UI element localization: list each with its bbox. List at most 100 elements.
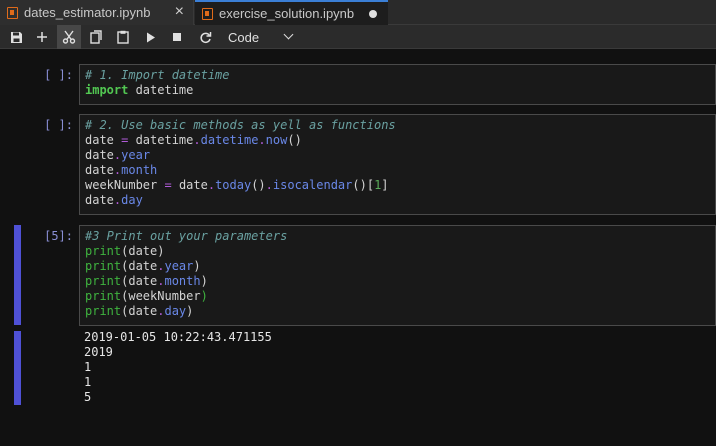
play-icon — [147, 32, 155, 42]
code-token: print — [85, 274, 122, 288]
notebook-icon — [7, 6, 18, 19]
unsaved-dot-icon[interactable] — [369, 10, 377, 18]
cell-output: 2019-01-05 10:22:43.471155 2019 1 1 5 — [84, 330, 272, 405]
stop-button[interactable] — [165, 25, 189, 49]
code-cell-input[interactable]: #3 Print out your parameters print(date) p… — [79, 225, 716, 326]
copy-icon — [89, 30, 102, 44]
code-token: year — [164, 259, 194, 273]
code-line: print(date.year) — [85, 259, 710, 274]
code-line: import datetime — [85, 83, 710, 98]
notebook-icon — [202, 7, 213, 20]
cell-prompt: [ ]: — [44, 118, 73, 132]
scissors-icon — [62, 30, 76, 44]
code-token: year — [121, 148, 151, 162]
code-token: date — [85, 148, 114, 162]
code-line: weekNumber = date.today().isocalendar()[… — [85, 178, 710, 193]
code-line: print(date) — [85, 244, 710, 259]
refresh-icon — [199, 31, 211, 43]
code-token: ) — [200, 289, 208, 303]
code-token: today — [215, 178, 252, 192]
plus-icon — [37, 32, 47, 42]
output-line: 2019 — [84, 345, 113, 359]
code-token: date — [85, 133, 122, 147]
code-token: month — [164, 274, 201, 288]
code-line: print(date.month) — [85, 274, 710, 289]
code-token: . — [193, 133, 201, 147]
code-token: print — [85, 244, 122, 258]
code-token: import — [85, 83, 129, 97]
code-token: . — [258, 133, 266, 147]
code-token: weekNumber — [85, 178, 165, 192]
code-token: ] — [381, 178, 389, 192]
cell-prompt: [5]: — [44, 229, 73, 243]
code-line: date.month — [85, 163, 710, 178]
code-token: #3 Print out your parameters — [85, 229, 288, 243]
code-token: # 2. Use basic methods as yell as functi… — [85, 118, 396, 132]
code-token: isocalendar — [272, 178, 353, 192]
code-token: print — [85, 259, 122, 273]
save-button[interactable] — [4, 25, 28, 49]
output-line: 1 — [84, 375, 92, 389]
code-token: date — [85, 193, 114, 207]
code-line: # 2. Use basic methods as yell as functi… — [85, 118, 710, 133]
code-token: date — [85, 163, 114, 177]
cut-button[interactable] — [57, 25, 81, 49]
code-token: () — [287, 133, 302, 147]
code-line: print(weekNumber) — [85, 289, 710, 304]
code-lines: # 1. Import datetime import datetime — [85, 68, 710, 98]
tab-label: dates_estimator.ipynb — [24, 5, 151, 20]
code-token: ) — [200, 274, 208, 288]
code-lines: #3 Print out your parameters print(date) p… — [85, 229, 710, 319]
code-line: date = datetime.datetime.now() — [85, 133, 710, 148]
paste-button[interactable] — [111, 25, 135, 49]
code-token: ()[ — [352, 178, 375, 192]
code-token: () — [251, 178, 266, 192]
run-button[interactable] — [139, 25, 163, 49]
code-token: datetime — [128, 83, 194, 97]
code-token: (weekNumber — [121, 289, 201, 303]
notebook-toolbar: Code — [0, 25, 716, 49]
code-lines: # 2. Use basic methods as yell as functi… — [85, 118, 710, 208]
code-token: (date) — [121, 244, 165, 258]
code-line: date.day — [85, 193, 710, 208]
code-line: print(date.day) — [85, 304, 710, 319]
output-line: 1 — [84, 360, 92, 374]
code-token: (date — [121, 274, 158, 288]
add-cell-button[interactable] — [30, 25, 54, 49]
chevron-down-icon — [283, 29, 294, 40]
restart-button[interactable] — [193, 25, 217, 49]
code-token: . — [265, 178, 273, 192]
code-token: day — [164, 304, 187, 318]
code-token: . — [207, 178, 216, 192]
clipboard-icon — [117, 30, 129, 44]
close-icon[interactable]: × — [175, 3, 184, 21]
save-icon — [10, 31, 22, 43]
stop-icon — [173, 33, 181, 41]
code-line: #3 Print out your parameters — [85, 229, 710, 244]
code-token: print — [85, 304, 122, 318]
code-token: ) — [193, 259, 201, 273]
code-token: month — [121, 163, 158, 177]
tab-dates-estimator[interactable]: dates_estimator.ipynb × — [0, 0, 194, 25]
cell-prompt: [ ]: — [44, 68, 73, 82]
tab-exercise-solution[interactable]: exercise_solution.ipynb — [195, 0, 388, 25]
copy-button[interactable] — [84, 25, 108, 49]
output-line: 2019-01-05 10:22:43.471155 — [84, 330, 272, 344]
code-token: date — [171, 178, 208, 192]
code-token: = — [164, 178, 172, 192]
code-token: day — [121, 193, 143, 207]
code-line: # 1. Import datetime — [85, 68, 710, 83]
code-token: ) — [186, 304, 194, 318]
output-collapse-indicator[interactable] — [14, 331, 21, 405]
code-cell-input[interactable]: # 1. Import datetime import datetime — [79, 64, 716, 105]
code-token: # 1. Import datetime — [85, 68, 230, 82]
code-token: now — [265, 133, 288, 147]
tab-bar: dates_estimator.ipynb × exercise_solutio… — [0, 0, 716, 25]
code-token: (date — [121, 304, 158, 318]
output-line: 5 — [84, 390, 92, 404]
code-token: (date — [121, 259, 158, 273]
cell-type-select[interactable]: Code — [222, 25, 300, 49]
tab-label: exercise_solution.ipynb — [219, 6, 355, 21]
code-token: datetime — [128, 133, 194, 147]
code-cell-input[interactable]: # 2. Use basic methods as yell as functi… — [79, 114, 716, 215]
